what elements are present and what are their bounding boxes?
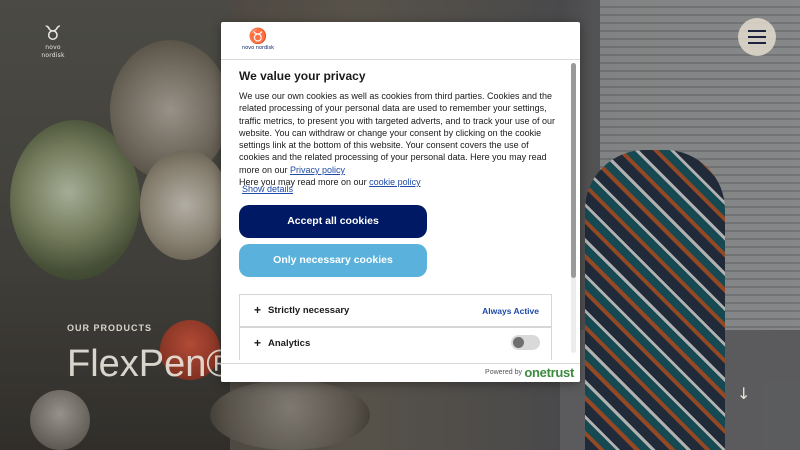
cookie-consent-dialog: ♉ novo nordisk We value your privacy We … bbox=[221, 22, 580, 382]
hamburger-line bbox=[748, 42, 766, 44]
dialog-footer: Powered by onetrust bbox=[221, 363, 580, 382]
dialog-title: We value your privacy bbox=[239, 69, 366, 83]
cookie-policy-link[interactable]: cookie policy bbox=[369, 177, 421, 187]
only-necessary-button[interactable]: Only necessary cookies bbox=[239, 244, 427, 277]
onetrust-logo[interactable]: onetrust bbox=[524, 365, 574, 380]
menu-button[interactable] bbox=[738, 18, 776, 56]
powered-by-text: Powered by bbox=[485, 369, 522, 376]
section-eyebrow: OUR PRODUCTS bbox=[67, 323, 153, 333]
hamburger-icon bbox=[748, 30, 766, 32]
category-label: Analytics bbox=[268, 338, 311, 349]
hamburger-line bbox=[748, 36, 766, 38]
site-logo[interactable]: ♉ novo nordisk bbox=[36, 21, 70, 59]
apis-bull-icon: ♉ bbox=[44, 21, 62, 45]
category-label: Strictly necessary bbox=[268, 305, 350, 316]
description-text: We use our own cookies as well as cookie… bbox=[239, 91, 555, 175]
accept-all-button[interactable]: Accept all cookies bbox=[239, 205, 427, 238]
dialog-logo-text: novo nordisk bbox=[241, 45, 275, 51]
dialog-description: We use our own cookies as well as cookie… bbox=[239, 90, 557, 188]
apis-bull-icon: ♉ bbox=[248, 28, 268, 45]
show-details-link[interactable]: Show details bbox=[242, 184, 293, 194]
category-analytics[interactable]: + Analytics bbox=[239, 327, 552, 360]
arrow-down-icon[interactable]: ↓ bbox=[737, 384, 750, 403]
always-active-badge: Always Active bbox=[482, 306, 539, 316]
category-strictly-necessary[interactable]: + Strictly necessary Always Active bbox=[239, 294, 552, 327]
site-logo-text: novo nordisk bbox=[41, 44, 65, 59]
dialog-scroll-area[interactable]: We value your privacy We use our own coo… bbox=[221, 61, 580, 361]
plus-icon: + bbox=[254, 336, 262, 350]
analytics-toggle[interactable] bbox=[511, 335, 540, 350]
scrollbar-thumb[interactable] bbox=[571, 63, 576, 278]
hero-title: FlexPen® bbox=[67, 343, 235, 385]
dialog-logo: ♉ novo nordisk bbox=[239, 28, 277, 51]
privacy-policy-link[interactable]: Privacy policy bbox=[290, 165, 345, 175]
dialog-header: ♉ novo nordisk bbox=[221, 22, 580, 60]
toggle-knob bbox=[513, 337, 524, 348]
plus-icon: + bbox=[254, 303, 262, 317]
